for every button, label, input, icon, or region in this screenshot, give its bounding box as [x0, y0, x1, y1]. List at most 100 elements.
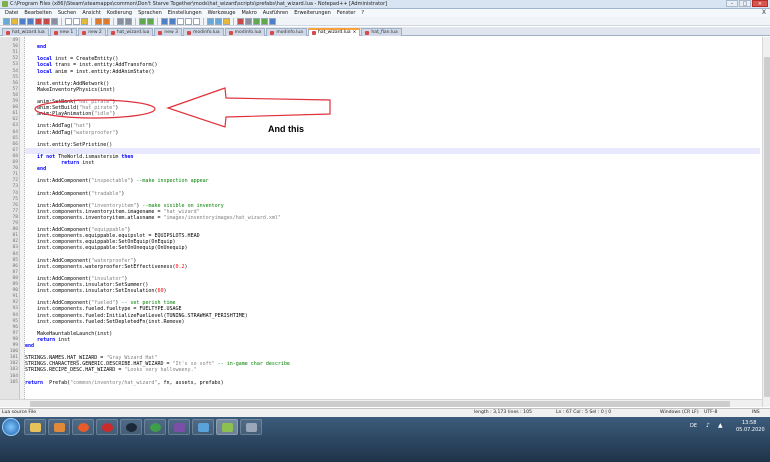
- taskbar-opera[interactable]: [96, 419, 118, 435]
- menu-window[interactable]: Fenster: [334, 10, 359, 16]
- menu-encoding[interactable]: Kodierung: [104, 10, 135, 16]
- tab-hat-wizard-2[interactable]: hat_wizard.lua: [106, 28, 154, 36]
- indent-guide-icon[interactable]: [193, 17, 200, 25]
- tab-close-icon[interactable]: ×: [353, 29, 357, 37]
- close-all-icon[interactable]: [43, 17, 50, 25]
- zoom-in-icon[interactable]: [139, 17, 146, 25]
- close-file-icon[interactable]: [35, 17, 42, 25]
- open-file-icon[interactable]: [11, 17, 18, 25]
- menu-tools[interactable]: Werkzeuge: [205, 10, 239, 16]
- stop-macro-icon[interactable]: [245, 17, 252, 25]
- run-macro-multiple-icon[interactable]: [261, 17, 268, 25]
- taskbar-app[interactable]: [168, 419, 190, 435]
- menu-edit[interactable]: Bearbeiten: [21, 10, 54, 16]
- taskbar-firefox[interactable]: [72, 419, 94, 435]
- find-icon[interactable]: [117, 17, 124, 25]
- tab-new-1[interactable]: new 1: [49, 28, 78, 36]
- line-text: return inst: [61, 160, 95, 166]
- line-number: 105: [9, 379, 18, 385]
- line-text: STRINGS.RECIPE_DESC.HAT_WIZARD = "Looks …: [25, 367, 197, 374]
- toolbar-separator: [233, 17, 234, 25]
- vertical-scroll-thumb[interactable]: [764, 57, 770, 397]
- sync-vertical-icon[interactable]: [161, 17, 168, 25]
- line-text: anim:SetBank("hat_pirate"): [25, 99, 116, 105]
- show-all-chars-icon[interactable]: [185, 17, 192, 25]
- maximize-button[interactable]: □: [739, 0, 751, 7]
- word-wrap-icon[interactable]: [177, 17, 184, 25]
- tab-hat-wizard-active[interactable]: hat_wizard.lua ×: [307, 28, 361, 37]
- cut-icon[interactable]: [65, 17, 72, 25]
- tab-hat-flan[interactable]: hat_flan.lua: [361, 28, 402, 36]
- taskbar-explorer[interactable]: [24, 419, 46, 435]
- save-icon[interactable]: [19, 17, 26, 25]
- status-bar: Lua source File length : 3,173 lines : 1…: [0, 408, 770, 417]
- tab-modinfo-3[interactable]: modinfo.lua: [266, 28, 307, 36]
- replace-icon[interactable]: [125, 17, 132, 25]
- function-list-icon[interactable]: [215, 17, 222, 25]
- play-macro-icon[interactable]: [253, 17, 260, 25]
- tab-new-3[interactable]: new 3: [154, 28, 183, 36]
- volume-icon[interactable]: ♪: [706, 422, 710, 429]
- status-encoding[interactable]: UTF-8: [704, 409, 717, 417]
- print-icon[interactable]: [51, 17, 58, 25]
- record-macro-icon[interactable]: [237, 17, 244, 25]
- line-text: inst.components.insulator:SetInsulation(…: [25, 288, 167, 295]
- line-text: inst.components.fueled:SetDepletedFn(ins…: [25, 318, 185, 325]
- menu-search[interactable]: Suchen: [55, 10, 80, 16]
- firefox-icon: [78, 423, 89, 432]
- line-text: inst.components.equippable.equipslot = E…: [25, 233, 200, 240]
- sync-horizontal-icon[interactable]: [169, 17, 176, 25]
- taskbar-screen[interactable]: [240, 419, 262, 435]
- tab-modinfo-2[interactable]: modinfo.lua: [224, 28, 266, 36]
- copy-icon[interactable]: [73, 17, 80, 25]
- line-text: end: [37, 44, 47, 51]
- line-text: inst.components.inventoryitem.atlasname …: [25, 214, 281, 221]
- menu-language[interactable]: Sprachen: [135, 10, 165, 16]
- tab-new-2[interactable]: new 2: [78, 28, 106, 36]
- unsaved-file-icon: [158, 30, 163, 35]
- line-text: inst:AddComponent("inventoryitem") --mak…: [25, 202, 224, 209]
- taskbar-steam[interactable]: [120, 419, 142, 435]
- tab-modinfo-1[interactable]: modinfo.lua: [183, 28, 224, 36]
- save-all-icon[interactable]: [27, 17, 34, 25]
- code-editor[interactable]: 49 50 end 51 52 local inst = CreateEntity()…: [0, 37, 770, 407]
- menu-settings[interactable]: Einstellungen: [165, 10, 205, 16]
- code-line[interactable]: 105 return Prefab("common/inventory/hat_w…: [10, 380, 760, 386]
- taskbar-media[interactable]: [48, 419, 70, 435]
- document-map-icon[interactable]: [207, 17, 214, 25]
- menu-plugins[interactable]: Erweiterungen: [291, 10, 334, 16]
- taskbar-paint[interactable]: [192, 419, 214, 435]
- horizontal-scroll-thumb[interactable]: [30, 401, 730, 407]
- folder-workspace-icon[interactable]: [223, 17, 230, 25]
- menu-macro[interactable]: Makro: [238, 10, 259, 16]
- close-document-button[interactable]: X: [762, 9, 766, 16]
- paste-icon[interactable]: [81, 17, 88, 25]
- horizontal-scrollbar[interactable]: [0, 399, 762, 407]
- status-mode[interactable]: INS: [752, 409, 760, 417]
- tray-time[interactable]: 13:58: [742, 420, 756, 426]
- line-text: anim:PlayAnimation("idle"): [25, 111, 116, 118]
- save-macro-icon[interactable]: [269, 17, 276, 25]
- tray-date[interactable]: 05.07.2020: [736, 427, 765, 433]
- redo-icon[interactable]: [103, 17, 110, 25]
- close-button[interactable]: ×: [752, 0, 768, 7]
- minimize-button[interactable]: –: [726, 0, 738, 7]
- zoom-out-icon[interactable]: [147, 17, 154, 25]
- menu-view[interactable]: Ansicht: [79, 10, 103, 16]
- undo-icon[interactable]: [95, 17, 102, 25]
- vertical-scrollbar[interactable]: [762, 37, 770, 407]
- status-lines: lines : 105: [508, 410, 532, 415]
- tray-language[interactable]: DE: [690, 423, 697, 429]
- network-icon[interactable]: ▲: [718, 422, 723, 429]
- taskbar-chrome[interactable]: [144, 419, 166, 435]
- menu-help[interactable]: ?: [358, 10, 367, 16]
- menu-file[interactable]: Datei: [2, 10, 21, 16]
- start-button-icon[interactable]: [2, 418, 20, 436]
- taskbar-notepad-plus-plus[interactable]: [216, 419, 238, 435]
- menu-run[interactable]: Ausführen: [260, 10, 291, 16]
- line-text: inst.components.fueled.fueltype = FUELTY…: [25, 306, 182, 313]
- status-eol[interactable]: Windows (CR LF): [660, 409, 699, 417]
- new-file-icon[interactable]: [3, 17, 10, 25]
- tab-hat-wizard-1[interactable]: hat_wizard.lua: [2, 28, 49, 36]
- opera-icon: [102, 423, 113, 432]
